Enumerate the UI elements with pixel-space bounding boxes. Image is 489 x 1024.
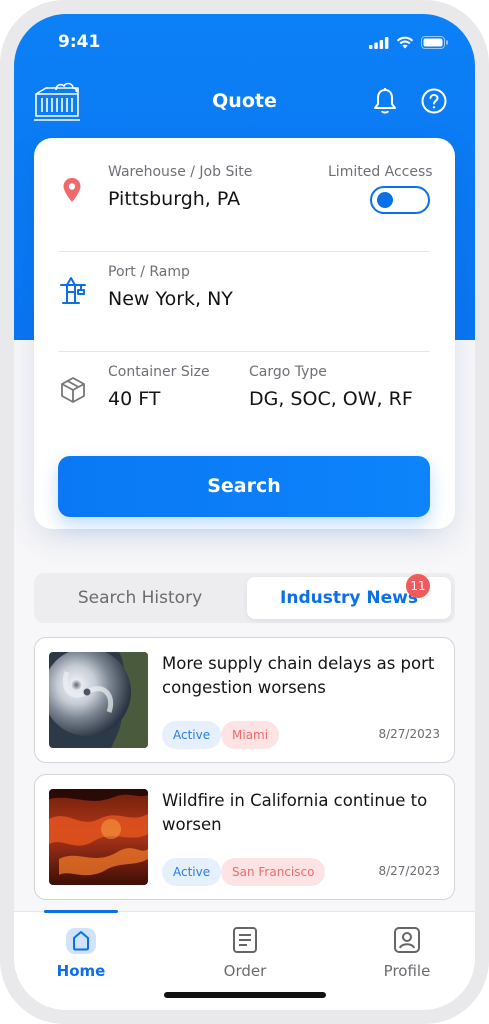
news-tabs: Search History Industry News <box>34 573 455 623</box>
destination-value[interactable]: New York, NY <box>108 288 233 310</box>
origin-label: Warehouse / Job Site <box>108 164 253 180</box>
wifi-icon <box>396 34 414 53</box>
divider <box>58 251 430 252</box>
news-count-badge: 11 <box>406 574 430 598</box>
tab-home[interactable]: Home <box>31 924 131 980</box>
package-box-icon <box>60 376 86 408</box>
phone-frame: 9:41 Quote Warehouse / Job Site Pittsbur… <box>0 0 489 1024</box>
notification-bell-icon[interactable] <box>372 87 398 119</box>
container-size-label: Container Size <box>108 364 210 380</box>
limited-access-toggle[interactable] <box>370 186 430 214</box>
wildfire-photo <box>49 789 148 885</box>
cargo-type-label: Cargo Type <box>249 364 327 380</box>
hurricane-photo <box>49 652 148 748</box>
news-card[interactable]: More supply chain delays as port congest… <box>34 637 455 763</box>
tab-order[interactable]: Order <box>195 924 295 980</box>
help-icon[interactable] <box>420 87 448 119</box>
news-card[interactable]: Wildfire in California continue to worse… <box>34 774 455 900</box>
limited-access-label: Limited Access <box>328 164 433 180</box>
profile-icon <box>390 927 424 960</box>
origin-value[interactable]: Pittsburgh, PA <box>108 188 240 210</box>
divider <box>58 351 430 352</box>
page-title: Quote <box>212 90 277 112</box>
battery-icon <box>421 34 449 53</box>
tab-profile[interactable]: Profile <box>357 924 457 980</box>
location-chip: San Francisco <box>221 858 326 886</box>
container-size-value[interactable]: 40 FT <box>108 388 160 410</box>
toggle-knob <box>377 192 393 208</box>
status-icons <box>369 34 449 53</box>
destination-label: Port / Ramp <box>108 264 190 280</box>
status-chip: Active <box>162 721 222 749</box>
port-crane-icon <box>59 276 87 310</box>
quote-card: Warehouse / Job Site Pittsburgh, PA Limi… <box>34 138 455 529</box>
location-chip: Miami <box>221 721 280 749</box>
news-date: 8/27/2023 <box>378 727 440 741</box>
search-button[interactable]: Search <box>58 456 430 517</box>
home-icon <box>64 928 98 960</box>
cellular-signal-icon <box>369 34 389 53</box>
tab-label: Order <box>223 962 267 980</box>
tab-label: Home <box>56 962 106 980</box>
status-time: 9:41 <box>58 32 101 52</box>
home-indicator <box>164 992 326 998</box>
news-date: 8/27/2023 <box>378 864 440 878</box>
cargo-type-value[interactable]: DG, SOC, OW, RF <box>249 388 413 410</box>
tab-search-history[interactable]: Search History <box>38 577 242 619</box>
status-chip: Active <box>162 858 222 886</box>
location-pin-icon <box>62 177 82 207</box>
news-title: More supply chain delays as port congest… <box>162 654 435 697</box>
app-screen: 9:41 Quote Warehouse / Job Site Pittsbur… <box>14 14 475 1010</box>
active-tab-indicator <box>44 910 118 913</box>
order-icon <box>228 927 262 960</box>
tab-label: Profile <box>383 962 431 980</box>
news-title: Wildfire in California continue to worse… <box>162 791 428 834</box>
